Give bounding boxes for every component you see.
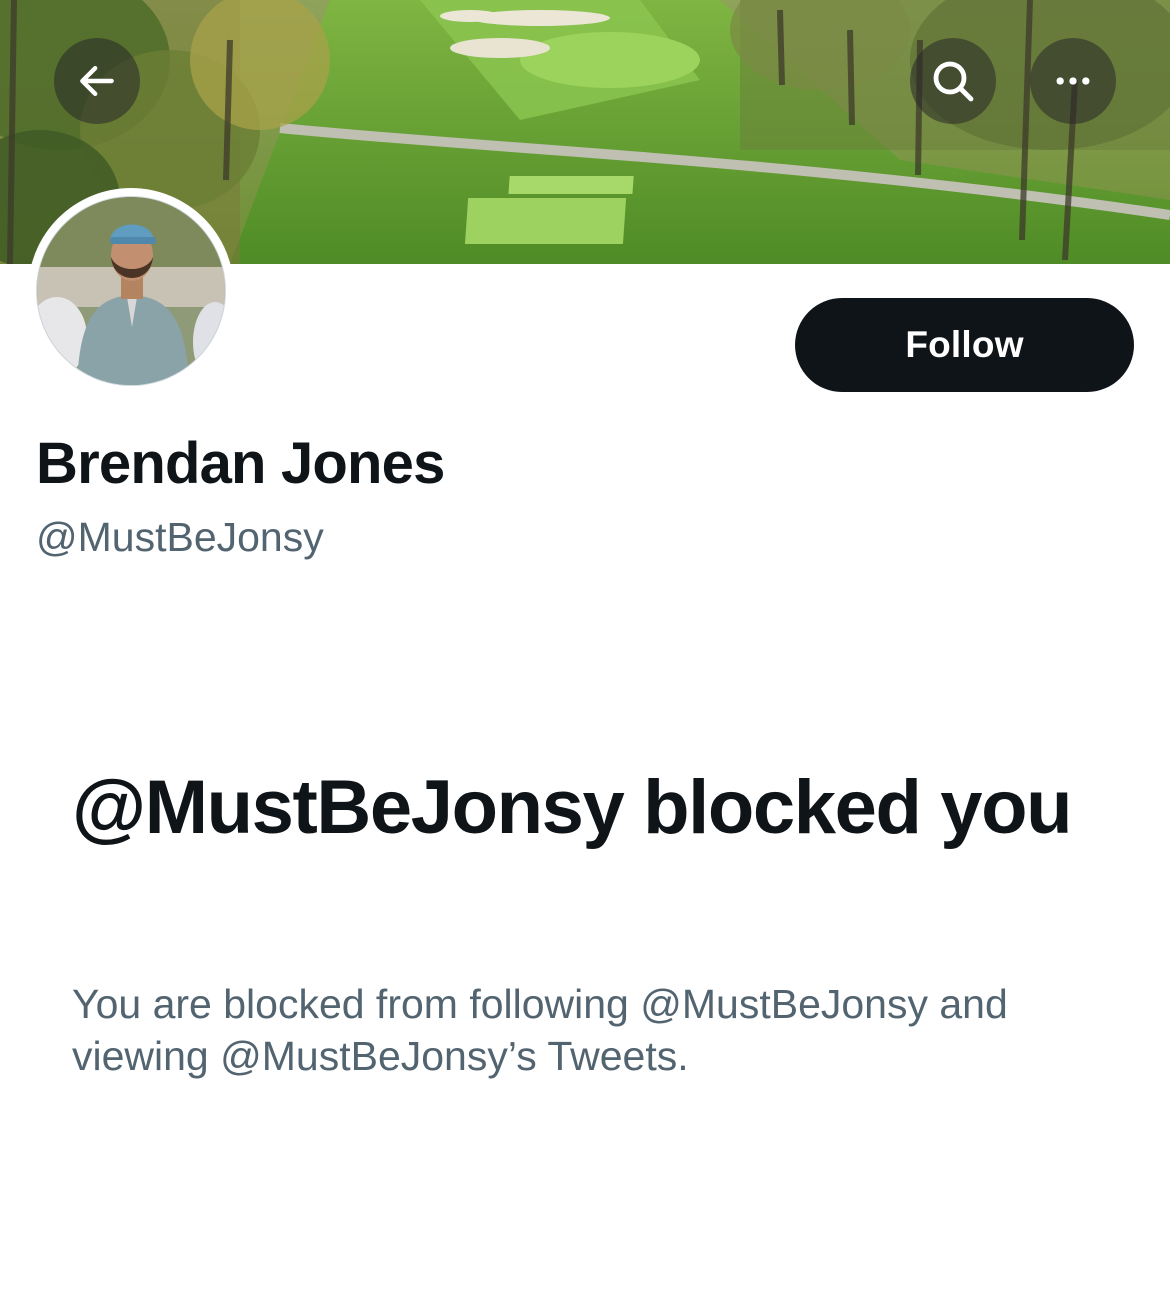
profile-avatar[interactable] <box>28 188 234 394</box>
profile-handle: @MustBeJonsy <box>36 514 324 560</box>
profile-display-name: Brendan Jones <box>36 431 445 496</box>
arrow-left-icon <box>80 65 114 97</box>
blocked-message-title: @MustBeJonsy blocked you <box>72 765 1073 850</box>
search-button[interactable] <box>910 38 996 124</box>
back-button[interactable] <box>54 38 140 124</box>
more-horizontal-icon <box>1056 77 1090 85</box>
follow-button[interactable]: Follow <box>795 298 1134 392</box>
more-options-button[interactable] <box>1030 38 1116 124</box>
search-icon <box>933 61 974 102</box>
blocked-message-description: You are blocked from following @MustBeJo… <box>72 981 1008 1079</box>
avatar-photo <box>37 197 225 385</box>
